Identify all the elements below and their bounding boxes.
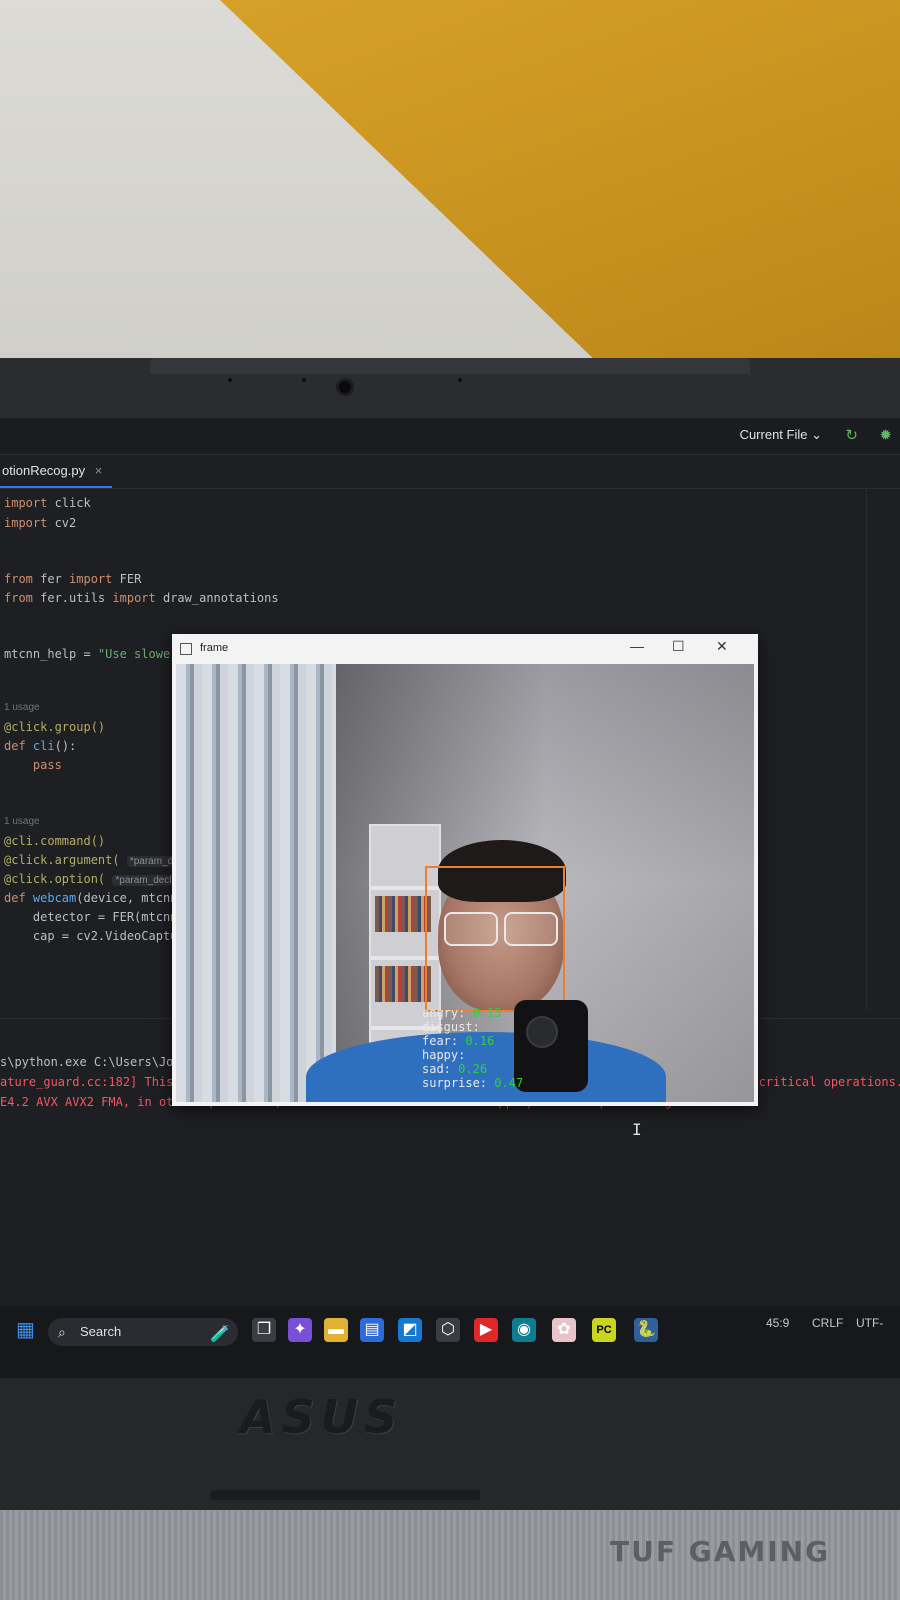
python-icon[interactable]: 🐍 xyxy=(634,1318,658,1342)
debug-icon[interactable]: ✹ xyxy=(879,426,892,444)
emotion-label-fear: fear: 0.16 xyxy=(422,1034,495,1048)
opencv-frame-window[interactable]: frame — ☐ ✕ angry: 0.15 disgust: fear: 0… xyxy=(172,634,758,1106)
youtube-icon[interactable]: ▶ xyxy=(474,1318,498,1342)
books xyxy=(375,896,431,932)
webcam-feed: angry: 0.15 disgust: fear: 0.16 happy: s… xyxy=(176,664,754,1102)
file-encoding[interactable]: UTF- xyxy=(856,1316,883,1330)
webcam-lens xyxy=(336,378,354,396)
code-line: @cli.command() xyxy=(4,834,106,848)
editor-tabs: otionRecog.py × xyxy=(0,456,900,489)
window-title: frame xyxy=(200,642,229,654)
rerun-icon[interactable]: ↻ xyxy=(845,426,858,444)
emotion-label-surprise: surprise: 0.47 xyxy=(422,1076,524,1090)
phone xyxy=(514,1000,588,1092)
code-line: import click xyxy=(4,496,91,510)
tuf-gaming-logo: TUF GAMING xyxy=(610,1535,831,1568)
code-line: mtcnn_help = "Use slower b xyxy=(4,647,192,661)
code-line: pass xyxy=(4,758,62,772)
search-icon: ⌕ xyxy=(58,1324,66,1340)
code-line: def cli(): xyxy=(4,739,77,753)
laptop-chassis xyxy=(0,1378,900,1528)
code-line: from fer import FER xyxy=(4,572,142,586)
windows-taskbar: ▦ ⌕ Search 🧪 ❐ ✦ ▬ ▤ ◩ ⬡ ▶ ◉ ✿ PC 🐍 45:9… xyxy=(0,1306,900,1378)
code-line: @click.group() xyxy=(4,720,106,734)
close-button[interactable]: ✕ xyxy=(716,638,728,655)
run-configuration-selector[interactable]: Current File ⌄ xyxy=(740,427,822,443)
code-line: @click.option( *param_decls: xyxy=(4,872,183,886)
search-highlight-icon: 🧪 xyxy=(210,1326,230,1343)
line-separator[interactable]: CRLF xyxy=(812,1316,843,1330)
code-line: import cv2 xyxy=(4,516,77,530)
emotion-label-happy: happy: xyxy=(422,1048,466,1062)
maximize-button[interactable]: ☐ xyxy=(672,638,685,655)
emotion-label-sad: sad: 0.26 xyxy=(422,1062,488,1076)
store-icon[interactable]: ▤ xyxy=(360,1318,384,1342)
usage-hint[interactable]: 1 usage xyxy=(4,702,40,713)
bezel-dot xyxy=(228,378,232,382)
search-label: Search xyxy=(80,1324,122,1339)
usage-hint[interactable]: 1 usage xyxy=(4,816,40,827)
bezel-dot xyxy=(458,378,462,382)
hinge-bar xyxy=(210,1490,480,1500)
tab-emotion-recog[interactable]: otionRecog.py × xyxy=(0,456,113,488)
tab-close-icon[interactable]: × xyxy=(95,463,103,478)
photo-app-icon[interactable]: ✿ xyxy=(552,1318,576,1342)
ide-toolbar: Current File ⌄ ↻ ✹ xyxy=(0,418,900,455)
emotion-label-angry: angry: 0.15 xyxy=(422,1006,502,1020)
file-explorer-icon[interactable]: ▬ xyxy=(324,1318,348,1342)
asus-logo: ASUS xyxy=(240,1390,404,1444)
unity-icon[interactable]: ⬡ xyxy=(436,1318,460,1342)
code-line: from fer.utils import draw_annotations xyxy=(4,591,279,605)
bezel-ridge xyxy=(150,358,750,374)
minimize-button[interactable]: — xyxy=(630,638,644,654)
code-line: @click.argument( *param_decls xyxy=(4,853,194,867)
right-margin-guide xyxy=(866,490,867,1010)
code-line: detector = FER(mtcnn=m xyxy=(4,910,192,924)
terminal-command: s\python.exe C:\Users\Joy xyxy=(0,1055,181,1069)
face-detection-box xyxy=(425,866,565,1012)
code-line: def webcam(device, mtcnn) xyxy=(4,891,185,905)
editor-app-icon[interactable]: ◩ xyxy=(398,1318,422,1342)
curtain xyxy=(176,664,336,1102)
copilot-icon[interactable]: ✦ xyxy=(288,1318,312,1342)
taskbar-search[interactable]: ⌕ Search 🧪 xyxy=(48,1318,238,1346)
tab-filename: otionRecog.py xyxy=(2,463,86,478)
books xyxy=(375,966,431,1002)
emotion-label-disgust: disgust: xyxy=(422,1020,480,1034)
code-line: cap = cv2.VideoCapture xyxy=(4,929,192,943)
i-beam-cursor-icon: I xyxy=(632,1120,642,1139)
task-view-icon[interactable]: ❐ xyxy=(252,1318,276,1342)
window-app-icon xyxy=(180,643,192,655)
windows-start-icon[interactable]: ▦ xyxy=(16,1320,36,1340)
edge-icon[interactable]: ◉ xyxy=(512,1318,536,1342)
window-titlebar[interactable]: frame — ☐ ✕ xyxy=(172,634,758,664)
pycharm-icon[interactable]: PC xyxy=(592,1318,616,1342)
bezel-dot xyxy=(302,378,306,382)
cursor-position[interactable]: 45:9 xyxy=(766,1316,789,1330)
